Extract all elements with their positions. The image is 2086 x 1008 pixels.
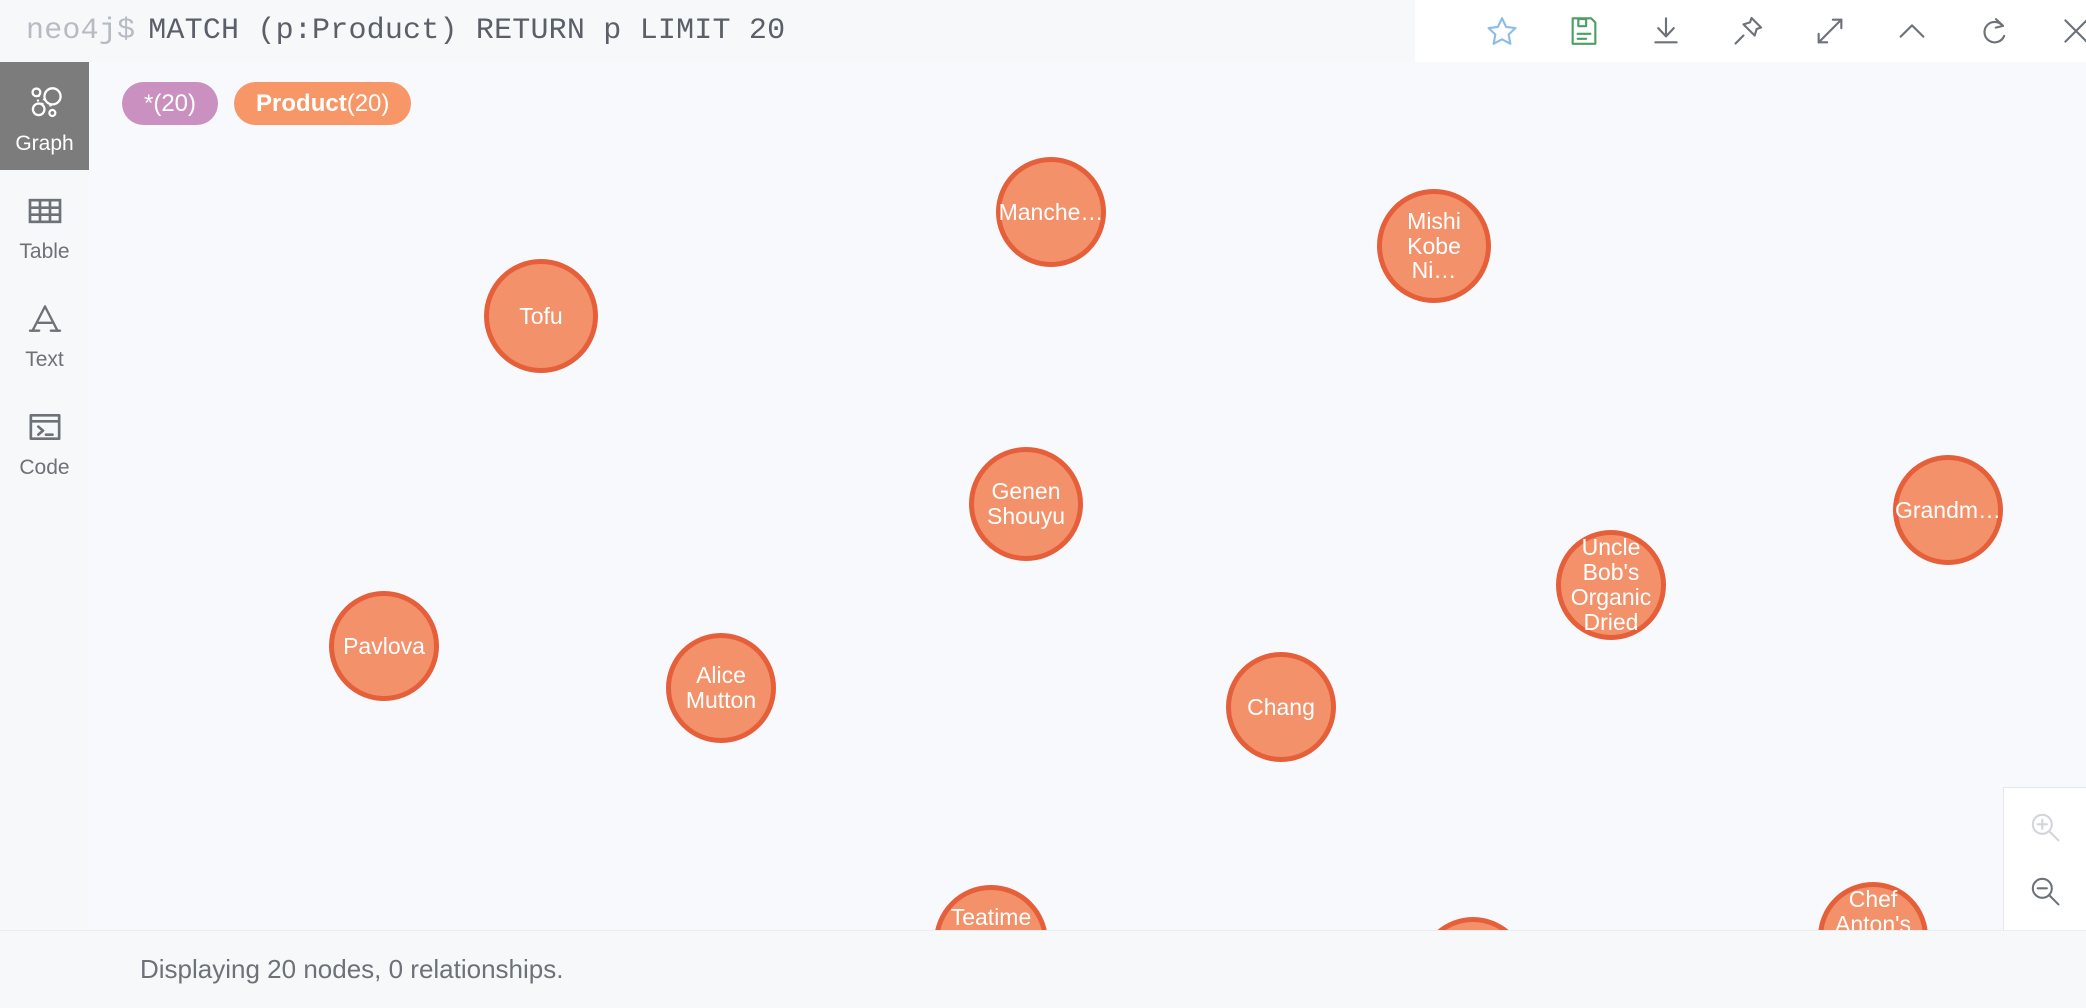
legend-pill-product-name: Product [256,89,347,117]
graph-node[interactable]: Chef Anton's Cajun [1418,917,1528,930]
graph-node-caption: Teatime Chocolate Biscuits [939,903,1043,930]
collapse-icon[interactable] [1871,0,1953,62]
sidebar-item-text[interactable]: Text [0,278,89,386]
editor-action-toolbar [1415,0,2086,62]
graph-node[interactable]: Uncle Bob's Organic Dried [1556,530,1666,640]
graph-node[interactable]: Grandm… [1893,455,2003,565]
text-icon [25,294,65,344]
query-text: MATCH (p:Product) RETURN p LIMIT 20 [148,13,786,48]
sidebar-item-code[interactable]: Code [0,386,89,494]
save-icon[interactable] [1543,0,1625,62]
sidebar-item-label: Table [19,240,70,263]
query-prompt: neo4j$ [26,13,136,48]
graph-node[interactable]: Chang [1226,652,1336,762]
graph-node-caption: Chef Anton's Gumbo Mix [1835,886,1911,930]
legend-pill-product-count: (20) [346,89,390,117]
graph-canvas[interactable]: *(20) Product (20) Manche… Mishi Kobe Ni… T… [89,62,2086,930]
graph-legend: *(20) Product (20) [122,82,412,125]
pin-icon[interactable] [1707,0,1789,62]
legend-pill-all-label: *(20) [144,89,197,117]
graph-zoom-controls [2003,787,2086,930]
graph-node[interactable]: Mishi Kobe Ni… [1377,189,1491,303]
refresh-icon[interactable] [1953,0,2035,62]
status-bar: Displaying 20 nodes, 0 relationships. [89,930,2086,1008]
legend-pill-product[interactable]: Product (20) [234,82,412,125]
result-view-sidebar: Graph Table Text Code [0,62,89,930]
query-editor-bar: neo4j$ MATCH (p:Product) RETURN p LIMIT … [0,0,2086,62]
graph-node-caption: Tofu [519,302,563,329]
sidebar-item-table[interactable]: Table [0,170,89,278]
graph-node[interactable]: Manche… [996,157,1106,267]
graph-node[interactable]: Genen Shouyu [969,447,1083,561]
sidebar-item-graph[interactable]: Graph [0,62,89,170]
table-icon [25,186,65,236]
favorite-icon[interactable] [1461,0,1543,62]
graph-icon [24,78,66,128]
sidebar-item-label: Text [25,348,64,371]
graph-node[interactable]: Alice Mutton [666,633,776,743]
code-icon [25,402,65,452]
sidebar-item-label: Code [19,456,70,479]
graph-node[interactable]: Chef Anton's Gumbo Mix [1818,882,1928,930]
legend-pill-all[interactable]: *(20) [122,82,219,125]
graph-node[interactable]: Pavlova [329,591,439,701]
sidebar-item-label: Graph [15,132,74,155]
graph-node-caption: Mishi Kobe Ni… [1407,207,1461,284]
status-bar-corner [0,930,89,1008]
graph-node-caption: Uncle Bob's Organic Dried [1570,534,1652,635]
expand-icon[interactable] [1789,0,1871,62]
query-input[interactable]: neo4j$ MATCH (p:Product) RETURN p LIMIT … [0,0,1415,62]
close-icon[interactable] [2035,0,2086,62]
download-icon[interactable] [1625,0,1707,62]
graph-node[interactable]: Tofu [484,259,598,373]
graph-node-caption: Alice Mutton [685,662,757,713]
status-text: Displaying 20 nodes, 0 relationships. [140,954,564,984]
zoom-out-icon[interactable] [2004,859,2086,923]
graph-node-caption: Manche… [998,198,1104,225]
zoom-in-icon[interactable] [2004,795,2086,859]
graph-node[interactable]: Teatime Chocolate Biscuits [934,885,1048,930]
graph-node-caption: Genen Shouyu [986,478,1065,529]
graph-node-caption: Chang [1247,693,1315,720]
graph-node-caption: Grandm… [1894,496,2002,523]
graph-node-caption: Pavlova [343,632,425,659]
